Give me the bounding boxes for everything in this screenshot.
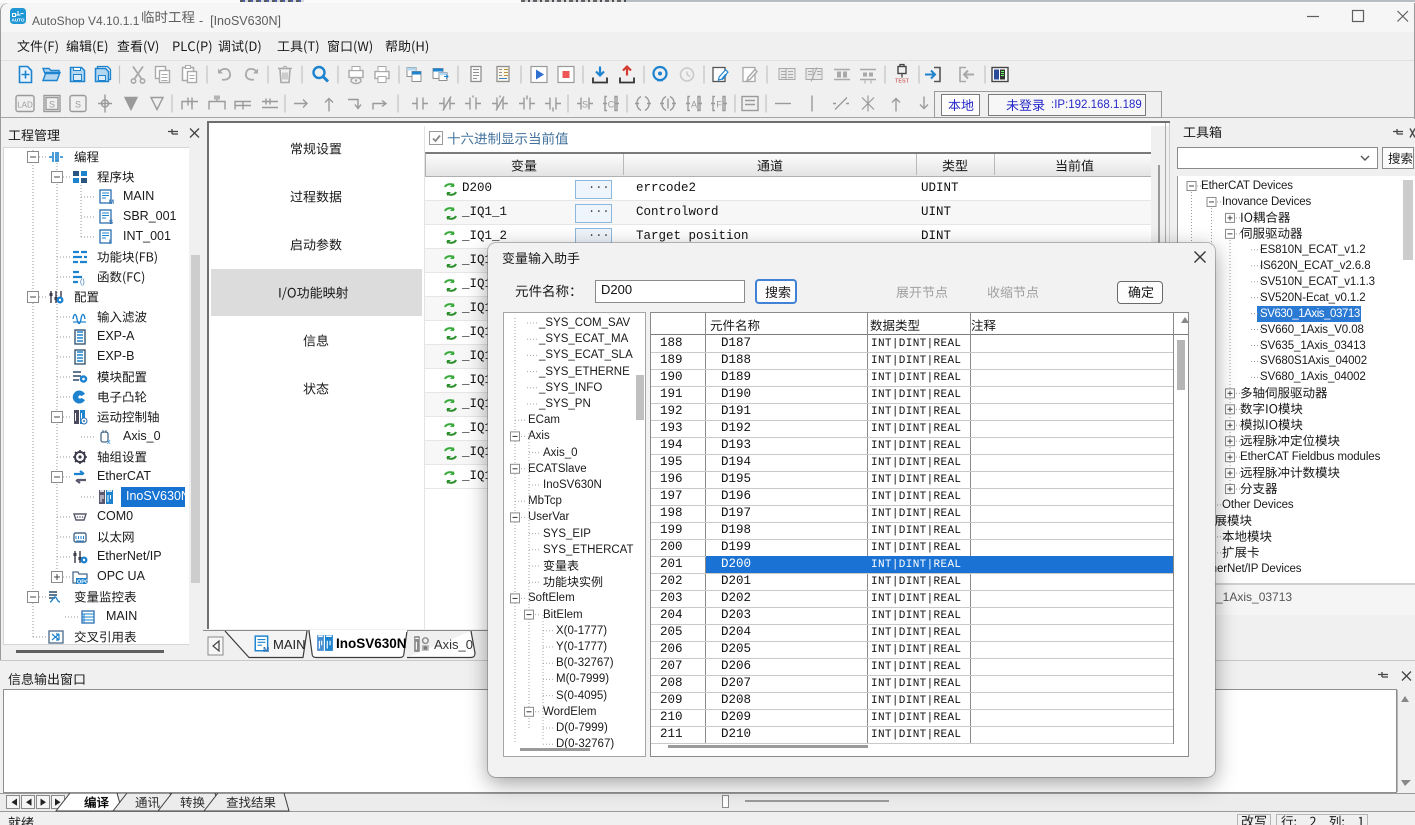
svg-text:M: M (263, 645, 269, 653)
svg-text:AUTO: AUTO (12, 18, 25, 23)
